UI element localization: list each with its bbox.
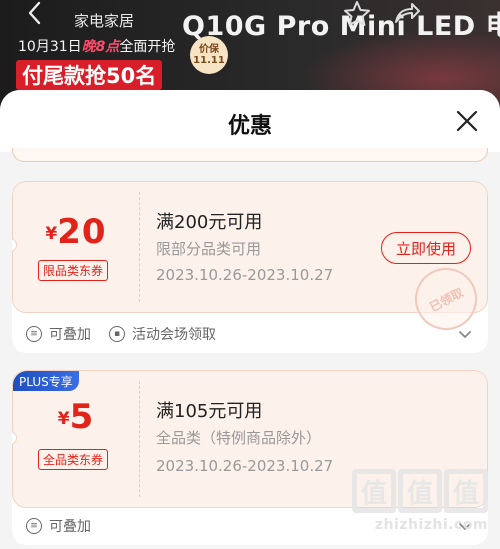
favorite-star-icon[interactable] [342, 0, 372, 28]
plus-exclusive-badge: PLUS专享 [13, 371, 79, 391]
close-icon [456, 110, 478, 132]
feature-label: 可叠加 [49, 519, 91, 535]
currency-symbol: ¥ [57, 409, 70, 429]
feature-label: 可叠加 [49, 327, 91, 343]
coupon-condition: 满105元可用 [156, 401, 263, 422]
category-label: 家电家居 [74, 12, 135, 30]
watermark-glyphs: 值 值 值 [338, 469, 488, 513]
watermark-glyph: 值 [444, 469, 488, 513]
coupon-card: ¥20 限品类东券 满200元可用 限部分品类可用 2023.10.26-202… [12, 181, 488, 353]
stack-icon: ≡ [26, 518, 42, 534]
coupon-validity: 2023.10.26-2023.10.27 [156, 266, 334, 284]
venue-feature: ▪ 活动会场领取 [109, 324, 216, 344]
ticket-divider [139, 192, 140, 302]
price-protect-line1: 价保 [199, 44, 219, 55]
amount-value: 5 [69, 397, 95, 437]
watermark-glyph: 值 [398, 469, 442, 513]
currency-symbol: ¥ [45, 224, 58, 244]
share-icon[interactable] [392, 0, 422, 28]
watermark-glyph: 值 [352, 469, 396, 513]
promo-banner: 付尾款抢50名 [16, 60, 163, 90]
sale-date-day: 10月31日 [18, 39, 82, 55]
sale-date: 10月31日晚8点全面开抢 [18, 36, 175, 56]
sheet-title: 优惠 [227, 114, 272, 139]
sale-date-time: 晚8点 [81, 39, 120, 55]
coupon-validity: 2023.10.26-2023.10.27 [156, 457, 334, 475]
sheet-header: 优惠 [0, 90, 500, 152]
stackable-feature: ≡ 可叠加 [26, 516, 91, 536]
price-protect-line2: 11.11 [193, 55, 225, 66]
previous-coupon-edge [12, 148, 488, 162]
product-name: Q10G Pro Mini LED 电视 [182, 11, 500, 42]
close-button[interactable] [452, 106, 482, 136]
coupon-ticket: ¥20 限品类东券 满200元可用 限部分品类可用 2023.10.26-202… [12, 181, 488, 341]
sale-date-tail: 全面开抢 [119, 39, 176, 55]
amount-value: 20 [57, 212, 107, 252]
coupon-amount: ¥5 [13, 397, 139, 437]
use-now-button[interactable]: 立即使用 [381, 232, 471, 264]
watermark-site: zhizhizhi.com [374, 517, 488, 533]
price-protect-badge: 价保 11.11 [190, 36, 228, 74]
coupon-sheet: 优惠 ¥20 限品类东券 满200元可用 限部分品类可用 2023.10.26-… [0, 90, 500, 549]
coupon-type-tag: 全品类东券 [38, 449, 109, 470]
venue-icon: ▪ [109, 326, 125, 342]
coupon-scope: 限部分品类可用 [156, 240, 262, 258]
stack-icon: ≡ [26, 326, 42, 342]
coupon-scope: 全品类（特例商品除外） [156, 429, 322, 447]
back-icon[interactable] [22, 0, 48, 26]
coupon-footer: ≡ 可叠加 ▪ 活动会场领取 [12, 315, 488, 353]
chevron-down-icon[interactable] [456, 325, 474, 343]
coupon-condition: 满200元可用 [156, 212, 263, 233]
site-watermark: 值 值 值 zhizhizhi.com [338, 469, 488, 541]
feature-label: 活动会场领取 [132, 327, 216, 343]
ticket-divider [139, 381, 140, 497]
stackable-feature: ≡ 可叠加 [26, 324, 91, 344]
coupon-type-tag: 限品类东券 [38, 260, 109, 281]
coupon-amount: ¥20 [13, 212, 139, 252]
